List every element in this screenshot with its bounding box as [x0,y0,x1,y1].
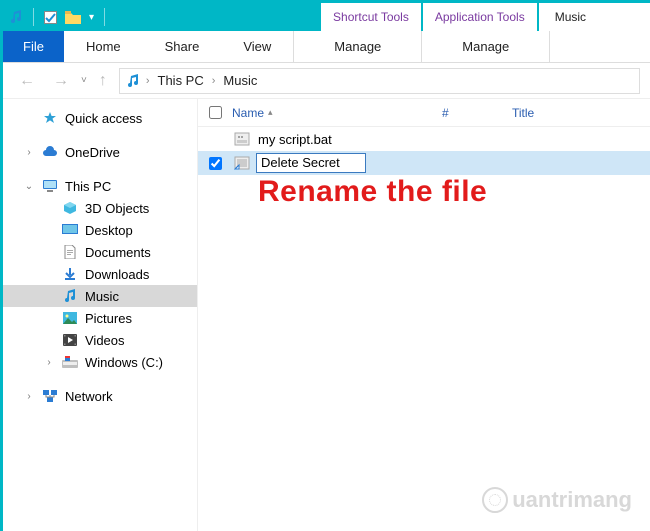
music-icon [126,74,140,88]
music-icon [61,288,79,304]
sidebar-item-network[interactable]: › Network [3,385,197,407]
column-number[interactable]: # [442,106,512,120]
tab-share[interactable]: Share [143,31,222,62]
download-icon [61,266,79,282]
titlebar: ▾ Shortcut Tools Application Tools Music [3,3,650,31]
tab-view[interactable]: View [221,31,293,62]
sidebar-item-thispc[interactable]: ⌄ This PC [3,175,197,197]
sidebar-item-label: Documents [85,245,151,260]
chevron-right-icon[interactable]: › [144,75,152,87]
sidebar-item-label: Network [65,389,113,404]
sidebar-item-downloads[interactable]: Downloads [3,263,197,285]
network-icon [41,388,59,404]
titlebar-spacer [113,3,321,31]
sidebar-item-pictures[interactable]: Pictures [3,307,197,329]
annotation-text: Rename the file [258,175,487,209]
file-row[interactable]: my script.bat [198,127,650,151]
video-icon [61,332,79,348]
navigation-pane: Quick access › OneDrive ⌄ This PC 3D Obj… [3,99,198,531]
expand-icon[interactable]: › [43,357,55,368]
tab-manage-1[interactable]: Manage [294,31,421,62]
forward-button[interactable]: → [47,70,75,92]
sidebar-item-videos[interactable]: Videos [3,329,197,351]
collapse-icon[interactable]: ⌄ [23,181,35,192]
rename-input[interactable]: Delete Secret [256,153,366,173]
tab-home[interactable]: Home [64,31,143,62]
star-icon [41,110,59,126]
desktop-icon [61,222,79,238]
sidebar-item-documents[interactable]: Documents [3,241,197,263]
file-tab[interactable]: File [3,31,64,62]
expand-icon[interactable]: › [23,391,35,402]
dropdown-icon[interactable]: ▾ [89,12,94,23]
document-icon [61,244,79,260]
column-name[interactable]: Name ▴ [232,106,442,120]
cloud-icon [41,144,59,160]
sidebar-item-label: Downloads [85,267,149,282]
watermark-text: uantrimang [512,487,632,513]
column-title[interactable]: Title [512,106,650,120]
row-checkbox[interactable] [198,157,232,170]
ribbon: File Home Share View Manage Manage [3,31,650,63]
breadcrumb[interactable]: › This PC › Music [119,68,640,94]
file-name: my script.bat [256,132,334,147]
monitor-icon [41,178,59,194]
sidebar-item-desktop[interactable]: Desktop [3,219,197,241]
sidebar-item-label: This PC [65,179,111,194]
contextual-tab-shortcut[interactable]: Shortcut Tools [321,3,421,31]
sidebar-item-music[interactable]: Music [3,285,197,307]
column-header: Name ▴ # Title [198,99,650,127]
picture-icon [61,310,79,326]
watermark: uantrimang [482,487,632,513]
navbar: ← → ˅ ↑ › This PC › Music [3,63,650,99]
cube-icon [61,200,79,216]
file-list: Name ▴ # Title my script.bat Delete Secr… [198,99,650,531]
sidebar-item-quickaccess[interactable]: Quick access [3,107,197,129]
sidebar-item-label: Quick access [65,111,142,126]
checkbox-icon[interactable] [44,11,57,24]
crumb-music[interactable]: Music [221,73,259,88]
window-title: Music [539,3,650,31]
drive-icon [61,354,79,370]
sidebar-item-label: Pictures [85,311,132,326]
sidebar-item-label: OneDrive [65,145,120,160]
sidebar-item-onedrive[interactable]: › OneDrive [3,141,197,163]
sidebar-item-label: 3D Objects [85,201,149,216]
up-button[interactable]: ↑ [93,70,113,92]
shortcut-file-icon [232,154,252,172]
sidebar-item-label: Windows (C:) [85,355,163,370]
sidebar-item-label: Videos [85,333,125,348]
file-row[interactable]: Delete Secret [198,151,650,175]
qat: ▾ [3,3,113,31]
main: Quick access › OneDrive ⌄ This PC 3D Obj… [3,99,650,531]
tab-manage-2[interactable]: Manage [422,31,549,62]
bat-file-icon [232,130,252,148]
sidebar-item-3dobjects[interactable]: 3D Objects [3,197,197,219]
folder-icon[interactable] [65,11,81,24]
sidebar-item-label: Music [85,289,119,304]
crumb-thispc[interactable]: This PC [156,73,206,88]
contextual-tab-application[interactable]: Application Tools [423,3,537,31]
select-all-checkbox[interactable] [198,106,232,119]
expand-icon[interactable]: › [23,147,35,158]
sidebar-item-drive-c[interactable]: › Windows (C:) [3,351,197,373]
divider [549,31,550,62]
music-icon [9,10,23,24]
back-button[interactable]: ← [13,70,41,92]
separator [33,8,34,26]
sidebar-item-label: Desktop [85,223,133,238]
history-dropdown[interactable]: ˅ [81,75,87,86]
watermark-logo-icon [482,487,508,513]
sort-asc-icon: ▴ [268,107,273,118]
separator [104,8,105,26]
chevron-right-icon[interactable]: › [210,75,218,87]
